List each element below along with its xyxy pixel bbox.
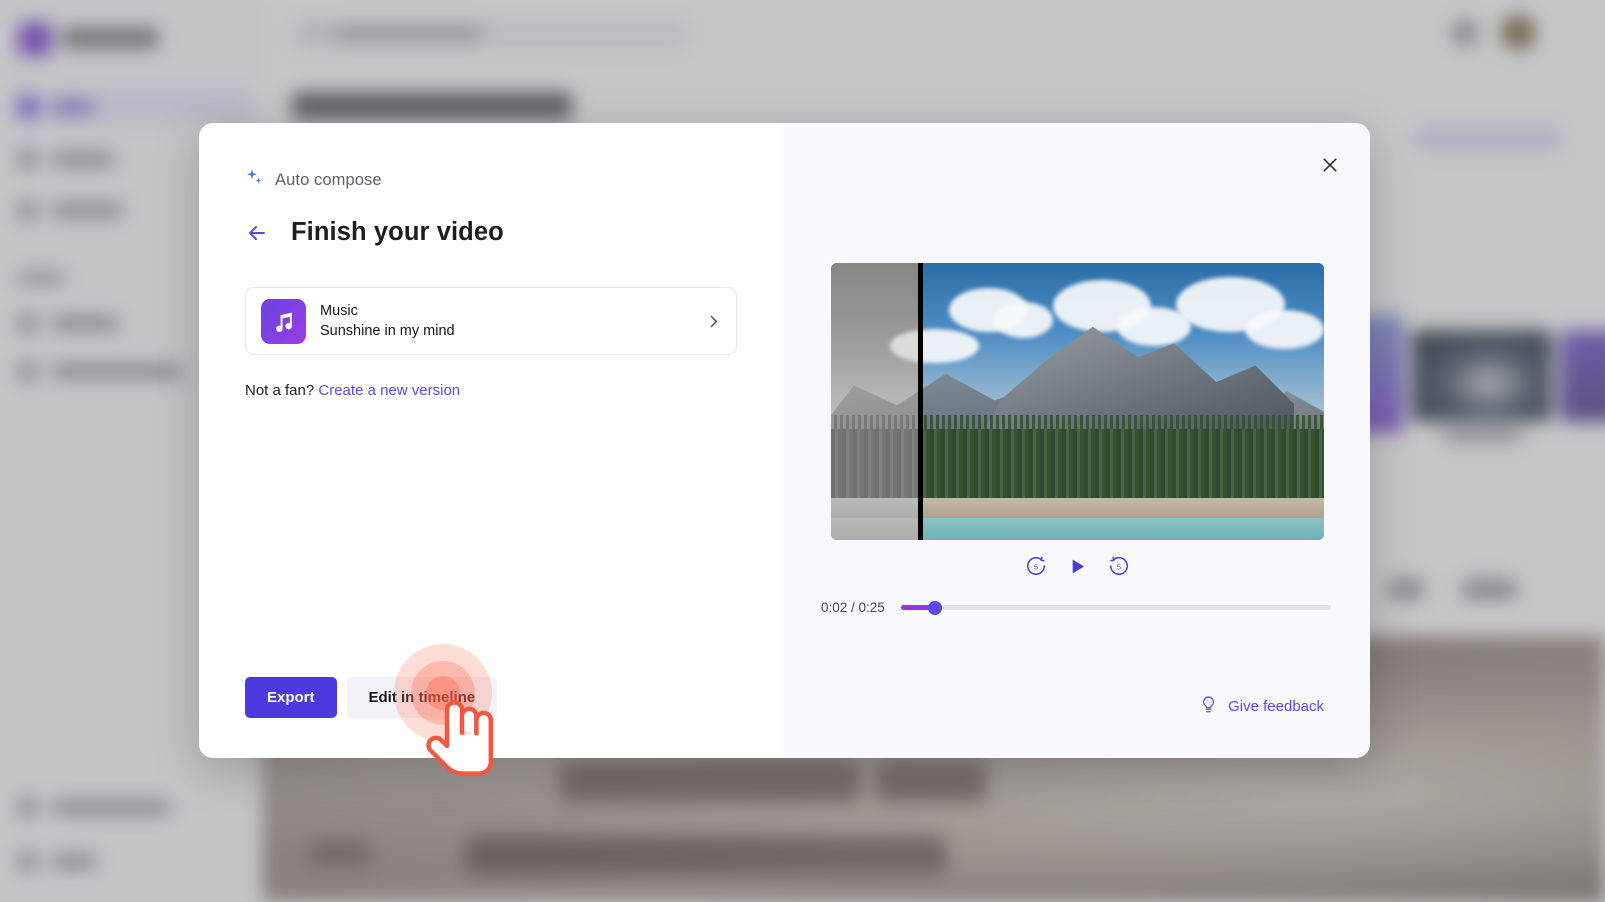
svg-text:5: 5 xyxy=(1117,562,1121,571)
svg-text:5: 5 xyxy=(1034,562,1038,571)
music-note-icon xyxy=(261,298,306,344)
give-feedback-label: Give feedback xyxy=(1228,698,1324,715)
rewind-5-icon[interactable]: 5 xyxy=(1025,555,1047,577)
music-card-texts: Music Sunshine in my mind xyxy=(320,301,705,341)
progress-slider[interactable] xyxy=(900,600,1331,615)
not-a-fan-row: Not a fan? Create a new version xyxy=(245,382,460,399)
not-a-fan-text: Not a fan? xyxy=(245,382,315,399)
transition-wipe-bar xyxy=(917,263,924,540)
sparkle-icon xyxy=(245,168,264,192)
edit-in-timeline-button[interactable]: Edit in timeline xyxy=(346,677,498,718)
time-display: 0:02 / 0:25 xyxy=(821,600,885,615)
forward-5-icon[interactable]: 5 xyxy=(1108,555,1130,577)
auto-compose-modal: Auto compose Finish your video Music Sun… xyxy=(199,123,1370,758)
modal-left-pane: Auto compose Finish your video Music Sun… xyxy=(199,123,783,758)
export-button[interactable]: Export xyxy=(245,677,337,718)
player-controls: 5 5 xyxy=(831,555,1324,577)
progress-thumb[interactable] xyxy=(928,600,943,615)
video-preview[interactable] xyxy=(831,263,1324,540)
modal-right-pane: 5 5 0:02 / 0:25 Give feedback xyxy=(783,123,1370,758)
lightbulb-icon xyxy=(1199,695,1218,718)
transition-wipe-panel xyxy=(831,263,918,540)
music-card-label: Music xyxy=(320,303,358,319)
chevron-right-icon[interactable] xyxy=(705,313,722,330)
close-icon[interactable] xyxy=(1316,151,1344,179)
scene-cloud xyxy=(1245,310,1324,349)
page-title: Finish your video xyxy=(291,218,504,246)
music-card-value: Sunshine in my mind xyxy=(320,323,455,339)
create-new-version-link[interactable]: Create a new version xyxy=(318,382,460,399)
auto-compose-eyebrow: Auto compose xyxy=(245,168,382,192)
playback-progress-row: 0:02 / 0:25 xyxy=(821,600,1331,615)
modal-actions: Export Edit in timeline xyxy=(245,677,498,718)
play-icon[interactable] xyxy=(1067,556,1088,577)
give-feedback-button[interactable]: Give feedback xyxy=(1199,695,1324,718)
music-card[interactable]: Music Sunshine in my mind xyxy=(245,287,737,355)
arrow-left-icon[interactable] xyxy=(245,221,269,245)
auto-compose-label: Auto compose xyxy=(275,170,382,189)
modal-title-row: Finish your video xyxy=(245,218,504,247)
scene-cloud xyxy=(993,301,1053,338)
